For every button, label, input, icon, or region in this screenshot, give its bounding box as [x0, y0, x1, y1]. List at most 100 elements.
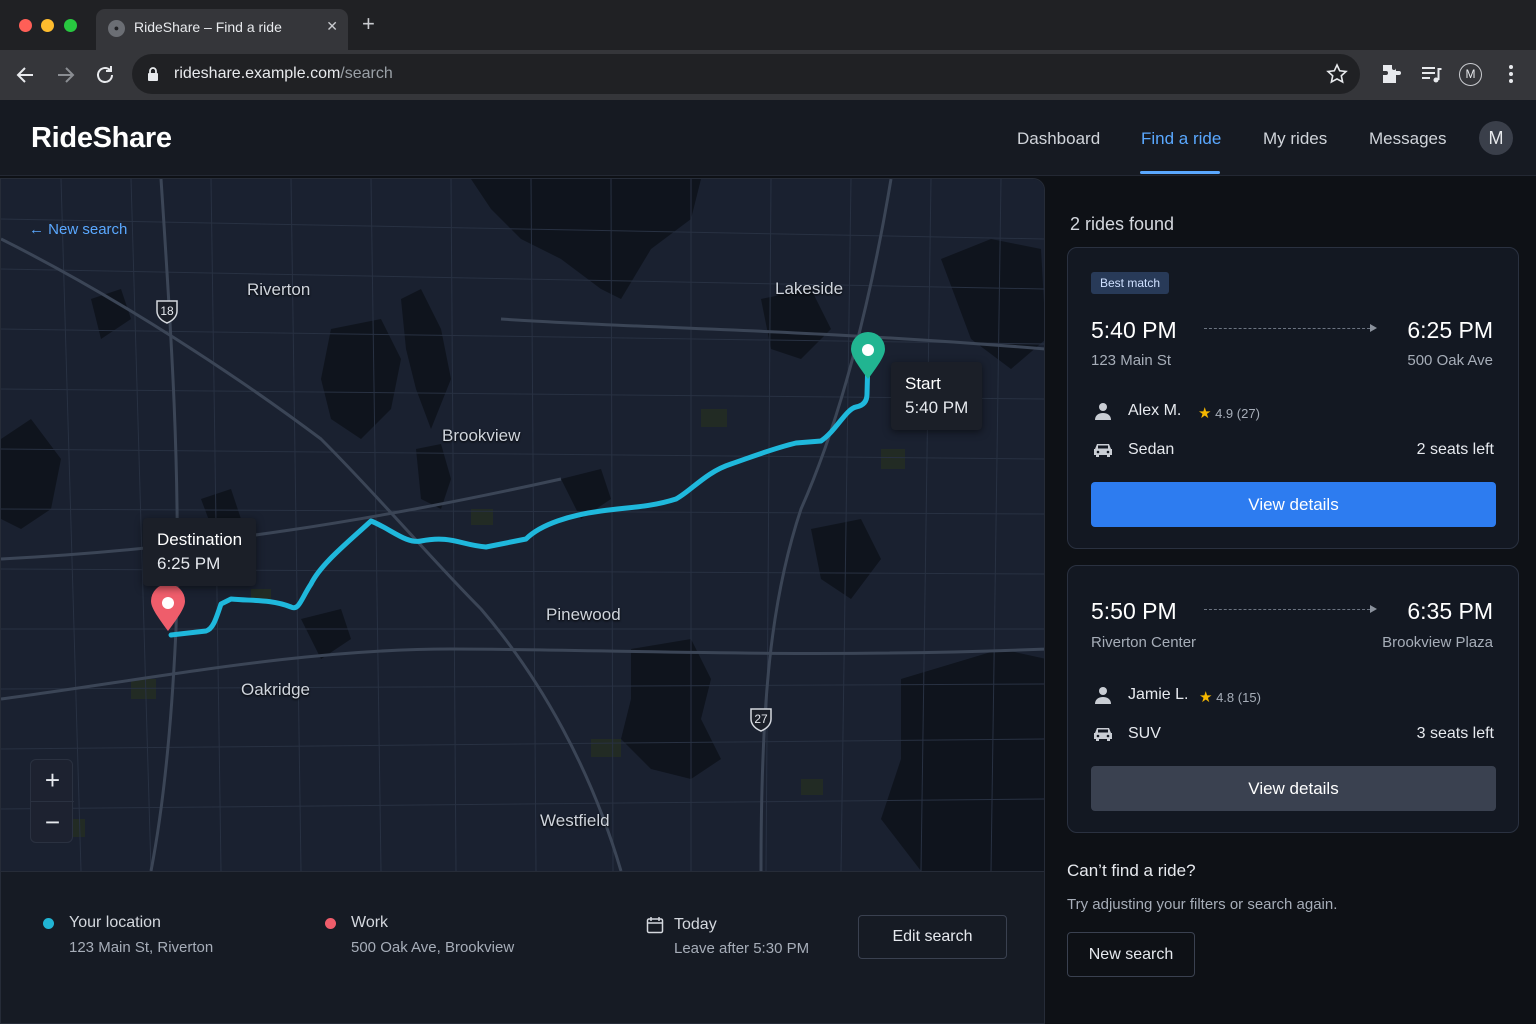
- place-label-westfield: Westfield: [540, 811, 610, 830]
- back-link-label: New search: [48, 221, 128, 238]
- results-count: 2 rides found: [1070, 214, 1175, 234]
- depart-place: Riverton Center: [1091, 634, 1197, 651]
- active-nav-indicator: [1140, 171, 1220, 174]
- close-tab-icon[interactable]: ✕: [326, 18, 338, 35]
- calendar-icon: [646, 917, 664, 934]
- driver-rating: ★ 4.8 (15): [1199, 688, 1261, 706]
- place-label-lakeside: Lakeside: [775, 279, 844, 298]
- rating-count: (15): [1237, 690, 1261, 705]
- favicon-icon: ●: [108, 20, 125, 37]
- url-text: rideshare.example.com/search: [174, 65, 393, 83]
- bookmark-star-icon[interactable]: [1326, 63, 1348, 85]
- driver-rating: ★ 4.9 (27): [1198, 404, 1260, 422]
- place-label-oakridge: Oakridge: [241, 680, 310, 699]
- origin-address: 123 Main St, Riverton: [69, 939, 214, 956]
- new-search-back-link[interactable]: ← New search: [29, 221, 127, 238]
- arrow-left-icon: ←: [29, 221, 44, 238]
- start-callout: Start 5:40 PM: [891, 362, 983, 430]
- person-icon: [1095, 687, 1111, 704]
- destination-title: Work: [351, 914, 389, 931]
- car-icon: [1094, 444, 1112, 457]
- zoom-out-button[interactable]: −: [31, 802, 74, 843]
- arrive-place: Brookview Plaza: [1382, 634, 1493, 651]
- nav-dashboard[interactable]: Dashboard: [1017, 129, 1100, 149]
- brand-logo[interactable]: RideShare: [31, 122, 172, 155]
- when-title: Today: [674, 916, 717, 933]
- arrive-time: 6:25 PM: [1407, 317, 1493, 343]
- trip-summary: Your location 123 Main St, Riverton Work…: [1, 871, 1044, 1023]
- browser-tab-bar: ● RideShare – Find a ride ✕ +: [0, 0, 1536, 50]
- arrow-right-icon: [1370, 324, 1377, 332]
- view-details-button[interactable]: View details: [1091, 766, 1496, 811]
- highway-number: 18: [160, 304, 174, 318]
- destination-address: 500 Oak Ave, Brookview: [351, 939, 515, 956]
- start-callout-time: 5:40 PM: [905, 398, 969, 417]
- tab-title: RideShare – Find a ride: [134, 19, 282, 35]
- nav-find-a-ride[interactable]: Find a ride: [1141, 129, 1221, 149]
- vehicle-type: SUV: [1128, 725, 1161, 742]
- origin-title: Your location: [69, 914, 161, 931]
- best-match-badge: Best match: [1091, 272, 1170, 294]
- map-panel: ← New search Riverton Lakeside Brookview…: [0, 178, 1045, 1024]
- empty-state-subtitle: Try adjusting your filters or search aga…: [1067, 896, 1338, 913]
- seats-left: 3 seats left: [1416, 725, 1494, 742]
- rating-value: 4.8: [1216, 690, 1235, 705]
- depart-time: 5:40 PM: [1091, 317, 1177, 343]
- arrive-place: 500 Oak Ave: [1407, 352, 1493, 369]
- arrive-time: 6:35 PM: [1407, 598, 1493, 624]
- highway-number: 27: [754, 712, 768, 726]
- origin-dot: [43, 918, 54, 929]
- ride-card[interactable]: 5:50 PM 6:35 PM Riverton Center Brookvie…: [1067, 565, 1519, 833]
- place-label-brookview: Brookview: [442, 426, 521, 445]
- app-header: RideShare Dashboard Find a ride My rides…: [0, 100, 1536, 176]
- nav-my-rides[interactable]: My rides: [1263, 129, 1327, 149]
- destination-dot: [325, 918, 336, 929]
- route-dash-line: [1204, 609, 1370, 610]
- star-icon: ★: [1199, 689, 1213, 706]
- when-detail: Leave after 5:30 PM: [674, 940, 810, 957]
- depart-place: 123 Main St: [1091, 352, 1172, 369]
- driver-name: Alex M.: [1128, 402, 1182, 419]
- zoom-control: + −: [30, 759, 74, 843]
- profile-avatar-icon[interactable]: M: [1459, 63, 1482, 86]
- reload-icon[interactable]: [92, 62, 118, 88]
- media-control-icon[interactable]: [1419, 62, 1443, 86]
- minimize-window-button[interactable]: [41, 19, 54, 32]
- depart-time: 5:50 PM: [1091, 598, 1177, 624]
- rating-count: (27): [1236, 406, 1260, 421]
- vehicle-type: Sedan: [1128, 441, 1175, 458]
- driver-name: Jamie L.: [1128, 686, 1189, 703]
- star-icon: ★: [1198, 405, 1212, 422]
- seats-left: 2 seats left: [1416, 441, 1494, 458]
- new-tab-icon[interactable]: +: [362, 13, 375, 35]
- lock-icon: [148, 67, 158, 81]
- edit-search-button[interactable]: Edit search: [858, 915, 1007, 959]
- new-search-button[interactable]: New search: [1067, 932, 1195, 977]
- start-callout-title: Start: [905, 374, 941, 393]
- url-host: rideshare.example.com: [174, 65, 341, 82]
- highway-shield-icon: 27: [748, 706, 774, 732]
- ride-card[interactable]: Best match 5:40 PM 6:25 PM 123 Main St 5…: [1067, 247, 1519, 549]
- extensions-icon[interactable]: [1379, 62, 1403, 86]
- url-path: /search: [340, 65, 393, 82]
- nav-messages[interactable]: Messages: [1369, 129, 1446, 149]
- more-menu-icon[interactable]: [1500, 62, 1522, 86]
- car-icon: [1094, 728, 1112, 741]
- view-details-button[interactable]: View details: [1091, 482, 1496, 527]
- highway-shield-icon: 18: [154, 298, 180, 324]
- maximize-window-button[interactable]: [64, 19, 77, 32]
- zoom-in-button[interactable]: +: [31, 760, 74, 801]
- destination-callout-title: Destination: [157, 530, 243, 549]
- close-window-button[interactable]: [19, 19, 32, 32]
- browser-tab[interactable]: ● RideShare – Find a ride ✕: [96, 9, 348, 50]
- place-label-pinewood: Pinewood: [546, 605, 621, 624]
- arrow-right-icon: [1370, 605, 1377, 613]
- route-dash-line: [1204, 328, 1370, 329]
- destination-callout-time: 6:25 PM: [157, 554, 221, 573]
- address-bar[interactable]: rideshare.example.com/search: [132, 54, 1360, 94]
- empty-state-title: Can’t find a ride?: [1067, 861, 1196, 880]
- back-icon[interactable]: [13, 62, 39, 88]
- forward-icon[interactable]: [52, 62, 78, 88]
- user-avatar[interactable]: M: [1479, 121, 1513, 155]
- destination-callout: Destination 6:25 PM: [143, 518, 257, 586]
